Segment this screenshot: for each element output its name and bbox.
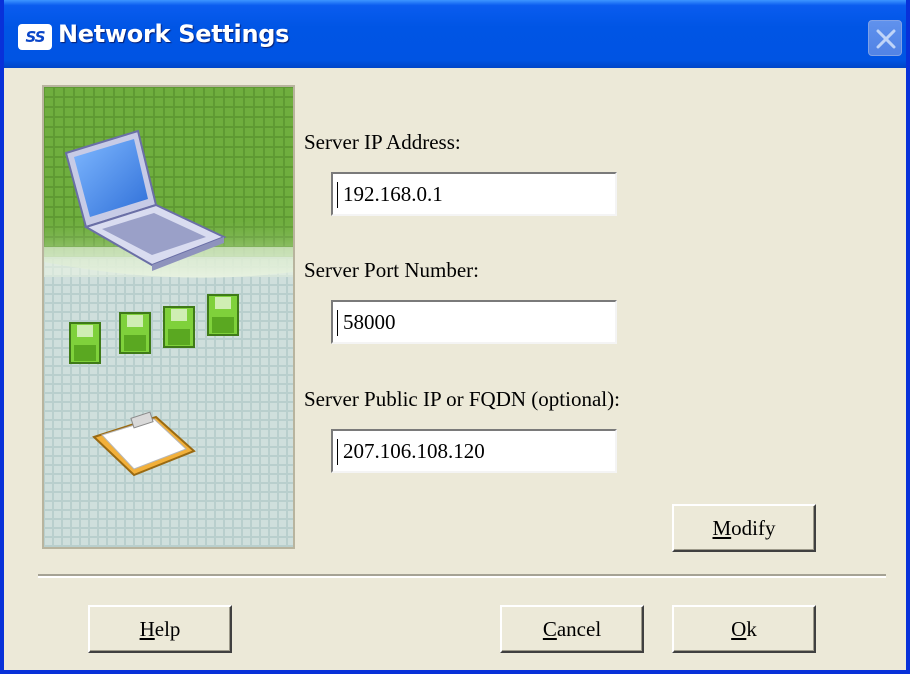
window-title: Network Settings <box>58 20 290 48</box>
cancel-button[interactable]: Cancel <box>500 605 644 653</box>
server-port-label: Server Port Number: <box>304 258 479 282</box>
server-ip-input[interactable]: 192.168.0.1 <box>331 172 617 216</box>
server-ip-label: Server IP Address: <box>304 130 461 154</box>
modify-label: odify <box>731 515 776 540</box>
app-icon[interactable]: SS <box>18 24 52 50</box>
separator <box>38 574 886 578</box>
ok-accel: O <box>731 616 747 641</box>
modify-button[interactable]: Modify <box>672 504 816 552</box>
server-public-ip-input[interactable]: 207.106.108.120 <box>331 429 617 473</box>
wizard-illustration <box>42 85 295 549</box>
close-icon <box>876 29 896 49</box>
help-accel: H <box>139 616 155 641</box>
app-icon-label: SS <box>25 28 45 46</box>
server-public-ip-label: Server Public IP or FQDN (optional): <box>304 387 620 411</box>
network-settings-dialog: SS Network Settings Server IP Address: 1… <box>0 0 910 674</box>
title-bar[interactable]: SS Network Settings <box>4 0 906 68</box>
cancel-label: ancel <box>556 616 602 641</box>
help-button[interactable]: Help <box>88 605 232 653</box>
modify-accel: M <box>712 515 732 540</box>
close-button[interactable] <box>868 20 902 56</box>
cancel-accel: C <box>542 616 557 641</box>
server-port-input[interactable]: 58000 <box>331 300 617 344</box>
ok-label: k <box>746 616 757 641</box>
help-label: elp <box>154 616 181 641</box>
ok-button[interactable]: Ok <box>672 605 816 653</box>
